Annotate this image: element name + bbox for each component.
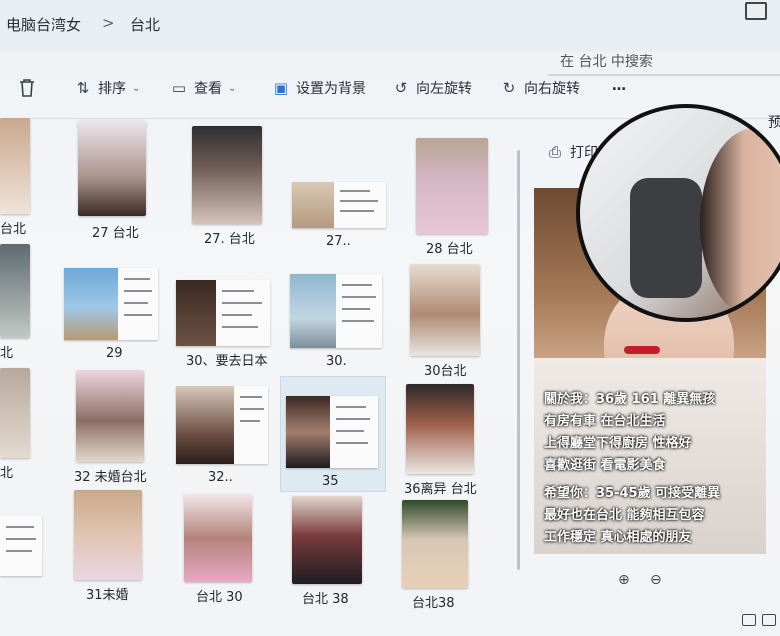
file-label: 北 — [0, 466, 14, 481]
rotate-right-icon: ↻ — [502, 79, 516, 97]
print-icon: ⎙ — [548, 143, 561, 161]
rotate-left-icon: ↺ — [394, 79, 408, 97]
file-label: 27 台北 — [92, 226, 139, 241]
file-label: 北 — [0, 346, 14, 361]
view-button[interactable]: ▭ 查看 ⌄ — [170, 78, 236, 98]
file-label: 台北38 — [412, 596, 455, 611]
pane-divider[interactable] — [517, 150, 520, 570]
rotate-left-button[interactable]: ↺ 向左旋转 — [392, 78, 472, 98]
file-thumbnail[interactable] — [290, 274, 382, 348]
breadcrumb-root[interactable]: 电脑台湾女 — [6, 14, 81, 35]
more-button[interactable]: … — [612, 78, 626, 94]
file-thumbnail[interactable] — [406, 384, 474, 474]
maximize-button[interactable] — [745, 2, 767, 20]
file-thumbnail[interactable] — [410, 264, 480, 356]
file-thumbnail[interactable] — [0, 516, 42, 576]
preview-text-line: 工作穩定 真心相處的朋友 — [544, 530, 692, 545]
file-thumbnail[interactable] — [192, 126, 262, 224]
file-thumbnail[interactable] — [416, 138, 488, 234]
file-label: 30、要去日本 — [186, 354, 268, 369]
person-face — [700, 128, 780, 318]
rotate-right-label: 向右旋转 — [524, 81, 580, 97]
tiles-view-button[interactable] — [762, 614, 776, 626]
details-view-button[interactable] — [742, 614, 756, 626]
preview-text-line: 有房有車 在台北生活 — [544, 414, 666, 429]
file-thumbnail[interactable] — [286, 396, 378, 468]
image-icon: ▣ — [273, 79, 289, 97]
preview-text-line: 喜歡逛街 看電影美食 — [544, 458, 666, 473]
preview-text-line: 關於我：36歲 161 離異無孩 — [544, 392, 716, 407]
chevron-down-icon: ⌄ — [132, 82, 141, 94]
preview-text-line: 希望你：35-45歲 可接受離異 — [544, 486, 721, 501]
file-thumbnail[interactable] — [0, 368, 30, 458]
trash-icon — [20, 79, 34, 97]
chevron-down-icon: ⌄ — [228, 82, 237, 94]
file-thumbnail[interactable] — [292, 182, 386, 228]
set-background-label: 设置为背景 — [296, 81, 366, 97]
preview-text-line: 最好也在台北 能夠相互包容 — [544, 508, 705, 523]
file-thumbnail[interactable] — [74, 490, 142, 580]
file-thumbnail[interactable] — [402, 500, 468, 588]
breadcrumb-current[interactable]: 台北 — [130, 14, 160, 35]
rotate-right-button[interactable]: ↻ 向右旋转 — [500, 78, 580, 98]
zoom-out-icon[interactable]: ⊖ — [650, 572, 662, 588]
file-label: 28 台北 — [426, 242, 473, 257]
view-icon: ▭ — [171, 79, 187, 97]
preview-text-line: 上得廳堂下得廚房 性格好 — [544, 436, 692, 451]
file-label: 30台北 — [424, 364, 467, 379]
camera-overlay — [576, 104, 780, 322]
file-thumbnail[interactable] — [0, 118, 30, 214]
file-label: 29 — [106, 346, 123, 361]
file-thumbnail[interactable] — [292, 496, 362, 584]
file-label: 31未婚 — [86, 588, 129, 603]
file-label: 27. 台北 — [204, 232, 255, 247]
breadcrumb-separator: > — [102, 14, 115, 32]
file-thumbnail[interactable] — [64, 268, 158, 340]
sort-button[interactable]: ⇅ 排序 ⌄ — [74, 78, 141, 98]
file-label: 32.. — [208, 470, 233, 485]
title-bar: 电脑台湾女 > 台北 — [0, 0, 780, 52]
file-label: 32 未婚台北 — [74, 470, 147, 485]
rotate-left-label: 向左旋转 — [416, 81, 472, 97]
file-label: 30. — [326, 354, 347, 369]
more-label: … — [612, 78, 626, 94]
zoom-in-icon[interactable]: ⊕ — [618, 572, 630, 588]
file-label: 35 — [322, 474, 339, 489]
file-label: 台北 38 — [302, 592, 349, 607]
file-thumbnail[interactable] — [184, 494, 252, 582]
file-thumbnail[interactable] — [176, 386, 268, 464]
file-thumbnail[interactable] — [176, 280, 270, 346]
file-thumbnail[interactable] — [78, 120, 146, 216]
file-label: 台北 30 — [196, 590, 243, 605]
sort-label: 排序 — [98, 81, 126, 97]
file-label: 36离异 台北 — [404, 482, 477, 497]
file-thumbnail[interactable] — [76, 370, 144, 462]
delete-button[interactable] — [18, 78, 36, 98]
sort-arrows-icon: ⇅ — [76, 79, 90, 97]
set-background-button[interactable]: ▣ 设置为背景 — [272, 78, 366, 98]
file-thumbnail[interactable] — [0, 244, 30, 338]
file-label: 27.. — [326, 234, 351, 249]
view-label: 查看 — [194, 81, 222, 97]
chair-back — [630, 178, 702, 298]
explorer-window: 电脑台湾女 > 台北 在 台北 中搜索 ⇅ 排序 ⌄ ▭ 查看 ⌄ ▣ 设置为背… — [0, 0, 780, 636]
file-label: 台北 — [0, 222, 27, 237]
portrait-lips — [624, 346, 660, 354]
